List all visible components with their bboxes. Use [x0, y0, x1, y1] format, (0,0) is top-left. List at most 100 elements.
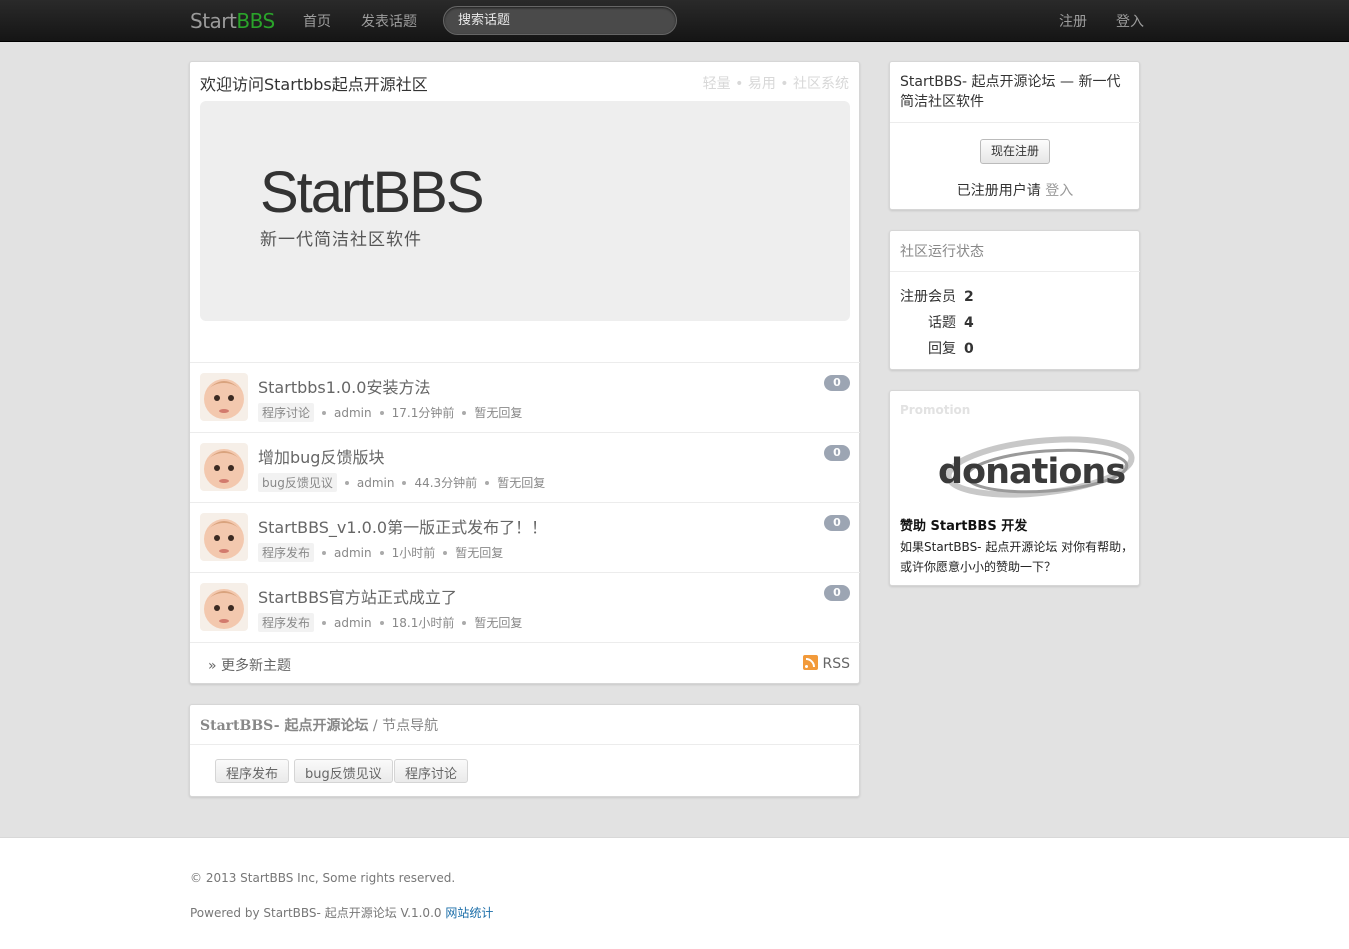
donations-logo[interactable]: donations — [935, 433, 1135, 505]
nav-login-link[interactable]: 登入 — [1116, 11, 1144, 31]
topic-row: StartBBS官方站正式成立了 程序发布 admin 18.1小时前 暂无回复 0 — [190, 572, 860, 642]
stat-replies: 回复 0 — [900, 338, 974, 358]
promo-text: 如果StartBBS- 起点开源论坛 对你有帮助，或许你愿意小小的赞助一下？ — [900, 540, 1134, 574]
node-nav-header: StartBBS- 起点开源论坛 / 节点导航 — [190, 705, 860, 745]
topic-title-link[interactable]: StartBBS_v1.0.0第一版正式发布了！！ — [258, 514, 547, 538]
topic-row: StartBBS_v1.0.0第一版正式发布了！！ 程序发布 admin 1小时前 暂… — [190, 502, 860, 572]
stat-label: 注册会员 — [900, 289, 956, 305]
page-footer: © 2013 StartBBS Inc, Some rights reserve… — [0, 837, 1349, 949]
reply-count-badge[interactable]: 0 — [824, 585, 850, 601]
separator-dot — [462, 410, 467, 415]
user-avatar[interactable] — [200, 443, 248, 491]
topic-row: 增加bug反馈版块 bug反馈见议 admin 44.3分钟前 暂无回复 0 — [190, 432, 860, 502]
svg-text:donations: donations — [938, 452, 1125, 492]
user-avatar[interactable] — [200, 513, 248, 561]
logo-text-bbs: BBS — [236, 9, 275, 33]
hero-subtitle: 新一代简洁社区软件 — [260, 230, 422, 250]
topic-node-tag[interactable]: bug反馈见议 — [258, 473, 337, 492]
top-navbar: StartBBS 首页 发表话题 注册 登入 — [0, 0, 1349, 42]
separator-dot — [379, 620, 384, 625]
separator-dot — [379, 550, 384, 555]
welcome-tags: 轻量 • 易用 • 社区系统 — [702, 76, 849, 92]
separator-dot — [322, 550, 327, 555]
login-hint: 已注册用户请 登入 — [890, 180, 1140, 200]
separator-dot — [443, 550, 448, 555]
stats-title: 社区运行状态 — [890, 231, 1140, 272]
topic-meta: bug反馈见议 admin 44.3分钟前 暂无回复 — [258, 473, 545, 492]
separator-dot — [322, 410, 327, 415]
stat-value: 0 — [964, 341, 974, 357]
node-button[interactable]: bug反馈见议 — [294, 759, 393, 783]
sidebar-login-link[interactable]: 登入 — [1045, 183, 1073, 199]
stat-topics: 话题 4 — [900, 312, 974, 332]
user-avatar[interactable] — [200, 373, 248, 421]
topic-reply-status: 暂无回复 — [474, 616, 523, 630]
hero-title: StartBBS — [260, 160, 485, 225]
separator-dot — [485, 480, 490, 485]
topic-reply-status: 暂无回复 — [474, 406, 523, 420]
topic-node-tag[interactable]: 程序发布 — [258, 613, 315, 632]
topic-time: 17.1分钟前 — [391, 406, 455, 420]
rss-label: RSS — [822, 656, 850, 672]
rss-link[interactable]: RSS — [803, 655, 850, 672]
site-logo[interactable]: StartBBS — [190, 9, 275, 33]
more-topics-link[interactable]: » 更多新主题 — [208, 655, 291, 675]
register-panel: StartBBS- 起点开源论坛 — 新一代简洁社区软件 现在注册 已注册用户请… — [889, 61, 1140, 210]
topic-meta: 程序发布 admin 18.1小时前 暂无回复 — [258, 613, 522, 632]
site-intro: StartBBS- 起点开源论坛 — 新一代简洁社区软件 — [890, 62, 1140, 123]
user-avatar[interactable] — [200, 583, 248, 631]
site-stats-link[interactable]: 网站统计 — [445, 906, 493, 920]
topic-author-link[interactable]: admin — [334, 616, 372, 630]
stat-label: 话题 — [928, 315, 956, 331]
topic-author-link[interactable]: admin — [334, 406, 372, 420]
login-hint-text: 已注册用户请 — [956, 183, 1046, 199]
nav-home-link[interactable]: 首页 — [303, 11, 331, 31]
node-button[interactable]: 程序讨论 — [394, 759, 469, 783]
footer-powered: Powered by StartBBS- 起点开源论坛 V.1.0.0 网站统计 — [190, 904, 493, 921]
topic-time: 1小时前 — [391, 546, 436, 560]
rss-icon — [803, 655, 819, 670]
nav-register-link[interactable]: 注册 — [1059, 11, 1087, 31]
stat-label: 回复 — [928, 341, 956, 357]
topic-node-tag[interactable]: 程序发布 — [258, 543, 315, 562]
topic-row: Startbbs1.0.0安装方法 程序讨论 admin 17.1分钟前 暂无回复 0 — [190, 362, 860, 432]
topic-time: 18.1小时前 — [391, 616, 455, 630]
stat-members: 注册会员 2 — [900, 286, 974, 306]
nav-new-topic-link[interactable]: 发表话题 — [361, 11, 417, 31]
reply-count-badge[interactable]: 0 — [824, 445, 850, 461]
topic-title-link[interactable]: 增加bug反馈版块 — [258, 444, 384, 468]
separator-dot — [462, 620, 467, 625]
topic-time: 44.3分钟前 — [414, 476, 478, 490]
promo-header: Promotion — [900, 403, 971, 417]
reply-count-badge[interactable]: 0 — [824, 375, 850, 391]
topic-reply-status: 暂无回复 — [455, 546, 504, 560]
footer-powered-text: Powered by StartBBS- 起点开源论坛 V.1.0.0 — [190, 906, 446, 920]
welcome-title: 欢迎访问Startbbs起点开源社区 — [200, 75, 428, 94]
topic-reply-status: 暂无回复 — [497, 476, 546, 490]
reply-count-badge[interactable]: 0 — [824, 515, 850, 531]
promotion-panel: Promotion donations 赞助 StartBBS 开发 如果Sta… — [889, 390, 1140, 586]
topic-author-link[interactable]: admin — [334, 546, 372, 560]
logo-text-start: Start — [190, 9, 237, 33]
separator-dot — [344, 480, 349, 485]
node-nav-title: / 节点导航 — [368, 718, 439, 734]
node-button[interactable]: 程序发布 — [215, 759, 290, 783]
topic-title-link[interactable]: StartBBS官方站正式成立了 — [258, 584, 457, 608]
topic-node-tag[interactable]: 程序讨论 — [258, 403, 315, 422]
topic-meta: 程序讨论 admin 17.1分钟前 暂无回复 — [258, 403, 522, 422]
node-nav-panel: StartBBS- 起点开源论坛 / 节点导航 程序发布 bug反馈见议 程序讨… — [189, 704, 860, 797]
separator-dot — [402, 480, 407, 485]
topic-author-link[interactable]: admin — [357, 476, 395, 490]
register-now-button[interactable]: 现在注册 — [980, 139, 1050, 164]
separator-dot — [322, 620, 327, 625]
stat-value: 4 — [964, 315, 974, 331]
separator-dot — [379, 410, 384, 415]
topic-meta: 程序发布 admin 1小时前 暂无回复 — [258, 543, 503, 562]
topic-title-link[interactable]: Startbbs1.0.0安装方法 — [258, 374, 430, 398]
topic-list-footer: » 更多新主题 RSS — [190, 642, 860, 683]
main-panel: 欢迎访问Startbbs起点开源社区 轻量 • 易用 • 社区系统 StartB… — [189, 61, 860, 684]
hero-banner: StartBBS 新一代简洁社区软件 — [200, 101, 850, 321]
stats-panel: 社区运行状态 注册会员 2 话题 4 回复 0 — [889, 230, 1140, 370]
promo-title: 赞助 StartBBS 开发 — [900, 519, 1028, 534]
search-input[interactable] — [443, 6, 677, 35]
